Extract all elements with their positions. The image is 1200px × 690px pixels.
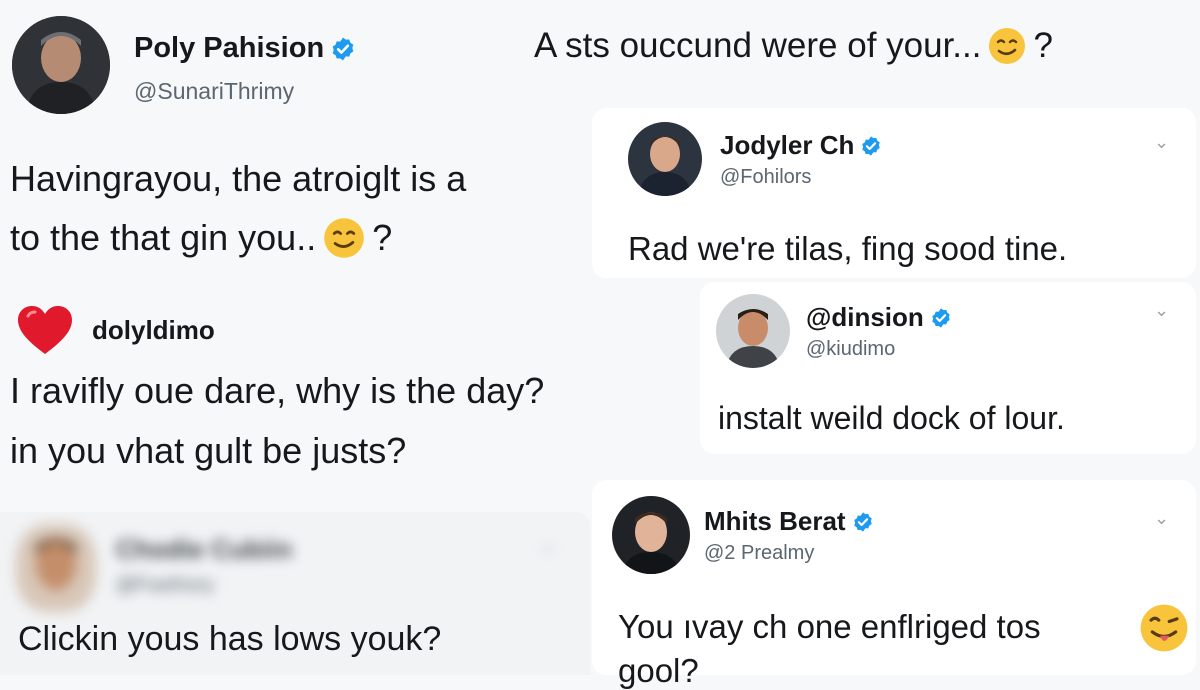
post-author-handle[interactable]: @Fasthory <box>116 574 214 597</box>
post-header-tail: ? <box>1033 26 1053 65</box>
reply-text: Rad we're tilas, fing sood tine. <box>628 230 1068 267</box>
reply-author-handle[interactable]: @kiudimo <box>806 338 895 361</box>
avatar[interactable] <box>628 122 702 196</box>
post-author-name[interactable]: Chodie Cubiin <box>116 534 292 565</box>
reply-author-name[interactable]: Mhits Berat <box>704 506 874 537</box>
avatar-photo <box>716 294 790 368</box>
comment-author-name[interactable]: dolyldimo <box>92 315 215 346</box>
verified-badge-icon <box>853 511 872 532</box>
author-name-text: Poly Pahision <box>134 32 325 64</box>
verified-badge-icon <box>332 37 354 60</box>
post-author-name[interactable]: Poly Pahision <box>134 32 356 65</box>
smirk-emoji-icon <box>989 28 1026 64</box>
post-body-line: to the that gin you.. ? <box>10 216 392 260</box>
reply-author-handle[interactable]: @2 Prealmy <box>704 542 814 565</box>
reply-author-name[interactable]: Jodyler Ch <box>720 130 882 161</box>
reply-card[interactable]: Mhits Berat @2 Prealmy ⌄ You ıvay ch one… <box>592 480 1196 689</box>
reply-text: instalt weild dock of lour. <box>718 400 1065 436</box>
chevron-down-icon[interactable]: ⌄ <box>1154 132 1169 153</box>
blurred-post-card[interactable]: Chodie Cubiin @Fasthory ⌄ Clickin yous h… <box>0 512 590 675</box>
reply-card[interactable]: @dinsion @kiudimo ⌄ instalt weild dock o… <box>700 282 1196 454</box>
post-header-line: A sts ouccund were of your... <box>534 26 982 65</box>
comment-text-line: in you vhat gult be justs? <box>10 430 407 471</box>
reply-card[interactable]: Jodyler Ch @Fohilors ⌄ Rad we're tilas, … <box>592 108 1196 278</box>
post-body-line: Havingrayou, the atroiglt is a <box>10 158 467 199</box>
avatar[interactable] <box>716 294 790 368</box>
reply-text-line: You ıvay ch one enflriged tos <box>618 608 1041 645</box>
tongue-emoji-icon <box>1140 604 1188 652</box>
post-header-text: A sts ouccund were of your... ? <box>534 26 1053 66</box>
verified-badge-icon <box>932 307 950 328</box>
smirk-emoji-icon <box>324 218 365 258</box>
avatar[interactable] <box>612 496 690 574</box>
author-name-text: Jodyler Ch <box>720 130 855 160</box>
verified-badge-icon <box>862 135 881 156</box>
comment-text-line: I ravifly oue dare, why is the day? <box>10 370 545 411</box>
reply-author-name[interactable]: @dinsion <box>806 302 952 333</box>
chevron-down-icon[interactable]: ⌄ <box>540 536 555 557</box>
post-body-text: to the that gin you.. <box>10 217 317 258</box>
author-name-text: @dinsion <box>806 302 924 332</box>
reply-text-line: gool? <box>618 652 699 689</box>
avatar-photo <box>12 16 110 114</box>
author-name-text: Mhits Berat <box>704 506 846 536</box>
heart-icon[interactable] <box>16 304 74 358</box>
avatar[interactable] <box>12 16 110 114</box>
reply-author-handle[interactable]: @Fohilors <box>720 166 811 189</box>
post-author-handle[interactable]: @SunariThrimy <box>134 78 294 105</box>
avatar[interactable] <box>16 524 96 612</box>
chevron-down-icon[interactable]: ⌄ <box>1154 508 1169 529</box>
post-body-line: Clickin yous has lows youk? <box>18 620 442 658</box>
avatar-photo <box>612 496 690 574</box>
chevron-down-icon[interactable]: ⌄ <box>1154 300 1169 321</box>
avatar-photo <box>628 122 702 196</box>
avatar-photo <box>16 524 96 612</box>
post-body-tail: ? <box>372 217 393 258</box>
